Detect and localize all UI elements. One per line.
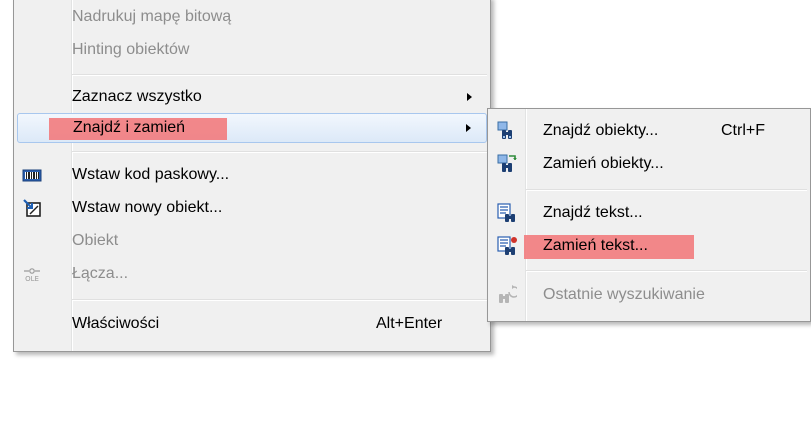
menu-item-label: Wstaw nowy obiekt... (72, 199, 223, 216)
menu-item-shortcut: Ctrl+F (721, 122, 765, 139)
recent-search-icon (497, 285, 520, 305)
submenu-item-replace-objects[interactable]: Zamień obiekty... (491, 149, 807, 179)
submenu-arrow-icon (466, 124, 471, 132)
submenu-item-find-text[interactable]: Znajdź tekst... (491, 198, 807, 228)
replace-objects-icon (497, 154, 517, 174)
menu-item-object: Obiekt (17, 226, 487, 256)
menu-item-label: Znajdź tekst... (543, 204, 643, 221)
submenu-find-replace: Znajdź obiekty... Ctrl+F Zamień obiekty.… (487, 108, 811, 322)
submenu-arrow-icon (467, 93, 472, 101)
menu-item-label: Znajdź i zamień (73, 119, 186, 136)
submenu-item-recent-search: Ostatnie wyszukiwanie (491, 280, 807, 310)
menu-item-label: Zamień tekst... (543, 237, 648, 254)
menu-item-insert-barcode[interactable]: Wstaw kod paskowy... (17, 160, 487, 190)
menu-item-label: Obiekt (72, 232, 119, 249)
menu-separator (526, 189, 807, 191)
ole-icon-text: OLE (25, 275, 39, 283)
menu-separator (72, 299, 487, 301)
replace-text-icon (497, 236, 517, 256)
menu-separator (72, 74, 487, 76)
menu-item-properties[interactable]: Właściwości Alt+Enter (17, 309, 487, 339)
menu-item-label: Ostatnie wyszukiwanie (543, 286, 705, 303)
find-objects-icon (497, 121, 517, 141)
menu-item-object-hinting: Hinting obiektów (17, 35, 487, 65)
insert-object-icon (22, 198, 42, 218)
menu-separator (72, 151, 487, 153)
submenu-item-find-objects[interactable]: Znajdź obiekty... Ctrl+F (491, 116, 807, 146)
menu-item-print-bitmap: Nadrukuj mapę bitową (17, 2, 487, 32)
menu-item-select-all[interactable]: Zaznacz wszystko (17, 82, 487, 112)
menu-item-label: Zaznacz wszystko (72, 88, 202, 105)
menu-item-find-replace[interactable]: Znajdź i zamień (17, 113, 487, 143)
menu-item-label: Znajdź obiekty... (543, 122, 659, 139)
submenu-item-replace-text[interactable]: Zamień tekst... (491, 231, 807, 261)
menu-item-label: Nadrukuj mapę bitową (72, 8, 232, 25)
menu-separator (526, 270, 807, 272)
menu-item-label: Zamień obiekty... (543, 155, 664, 172)
ole-icon: OLE (22, 264, 42, 284)
menu-item-label: Łącza... (72, 265, 129, 282)
menu-item-insert-new-object[interactable]: Wstaw nowy obiekt... (17, 193, 487, 223)
menu-item-links: OLE Łącza... (17, 259, 487, 289)
find-text-icon (497, 203, 517, 223)
context-menu: Nadrukuj mapę bitową Hinting obiektów Za… (13, 0, 491, 352)
menu-item-label: Wstaw kod paskowy... (72, 166, 230, 183)
menu-item-label: Hinting obiektów (72, 41, 190, 58)
barcode-icon (22, 165, 42, 185)
menu-item-label: Właściwości (72, 315, 160, 332)
menu-item-shortcut: Alt+Enter (376, 315, 443, 332)
